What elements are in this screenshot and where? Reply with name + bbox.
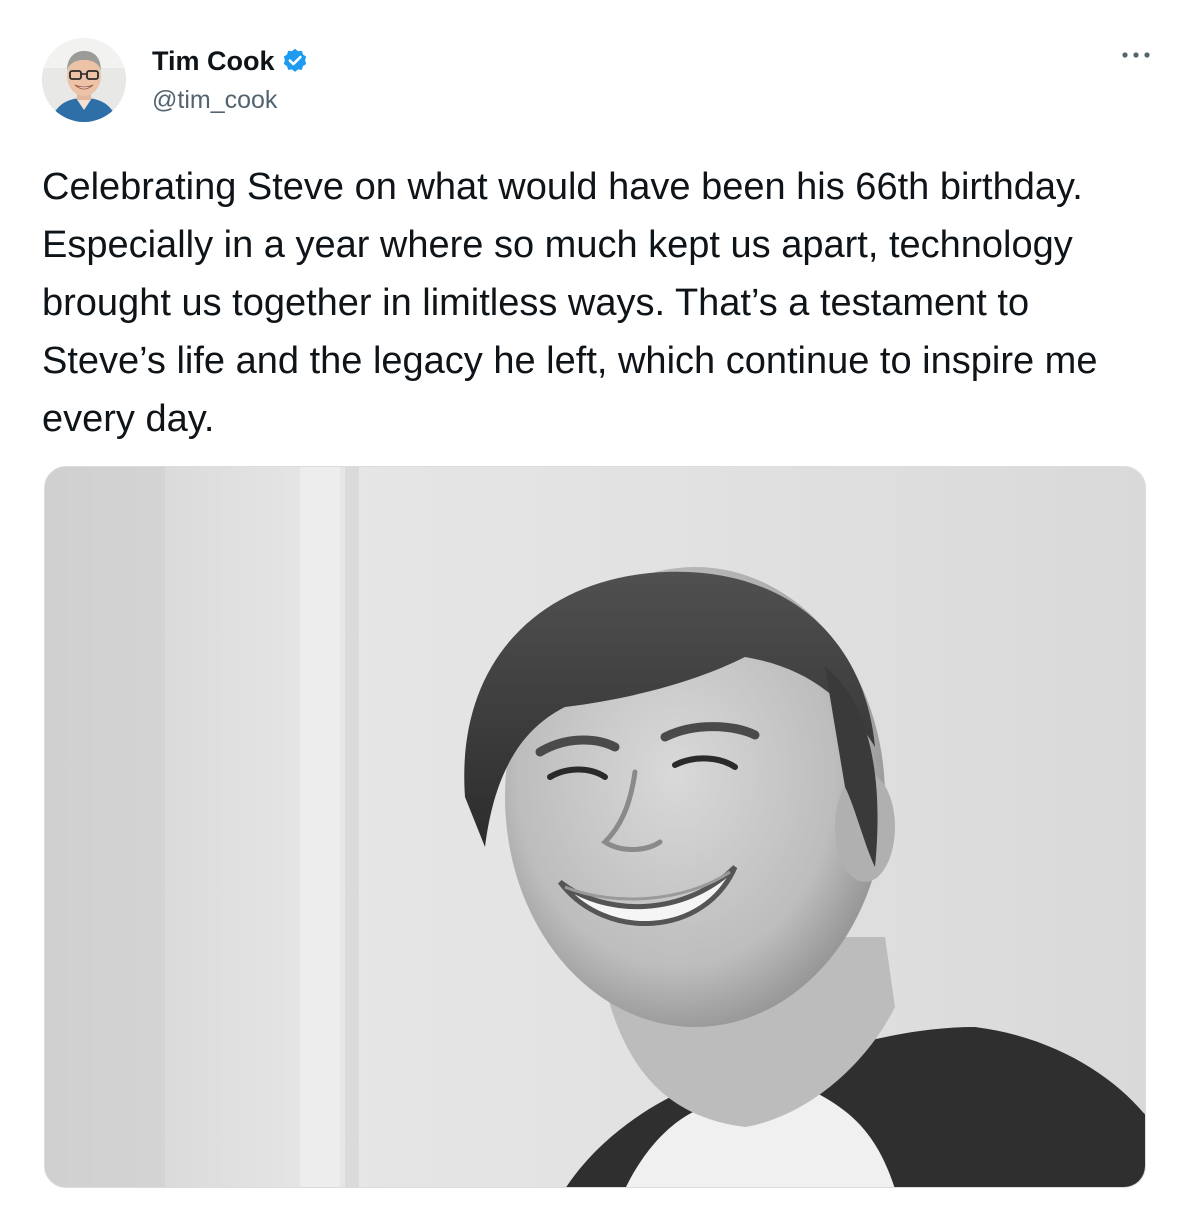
tweet-card: Tim Cook @tim_cook Celebrating Steve on … xyxy=(0,0,1200,1210)
author-display-name[interactable]: Tim Cook xyxy=(152,43,275,79)
author-handle[interactable]: @tim_cook xyxy=(152,83,309,117)
verified-badge-icon xyxy=(281,47,309,75)
tweet-header: Tim Cook @tim_cook xyxy=(42,30,309,130)
tweet-text: Celebrating Steve on what would have bee… xyxy=(42,166,1098,440)
name-row: Tim Cook xyxy=(152,43,309,79)
more-options-icon[interactable] xyxy=(1118,40,1154,70)
author-avatar[interactable] xyxy=(42,38,126,122)
author-names: Tim Cook @tim_cook xyxy=(152,38,309,122)
tweet-photo[interactable] xyxy=(44,466,1146,1188)
